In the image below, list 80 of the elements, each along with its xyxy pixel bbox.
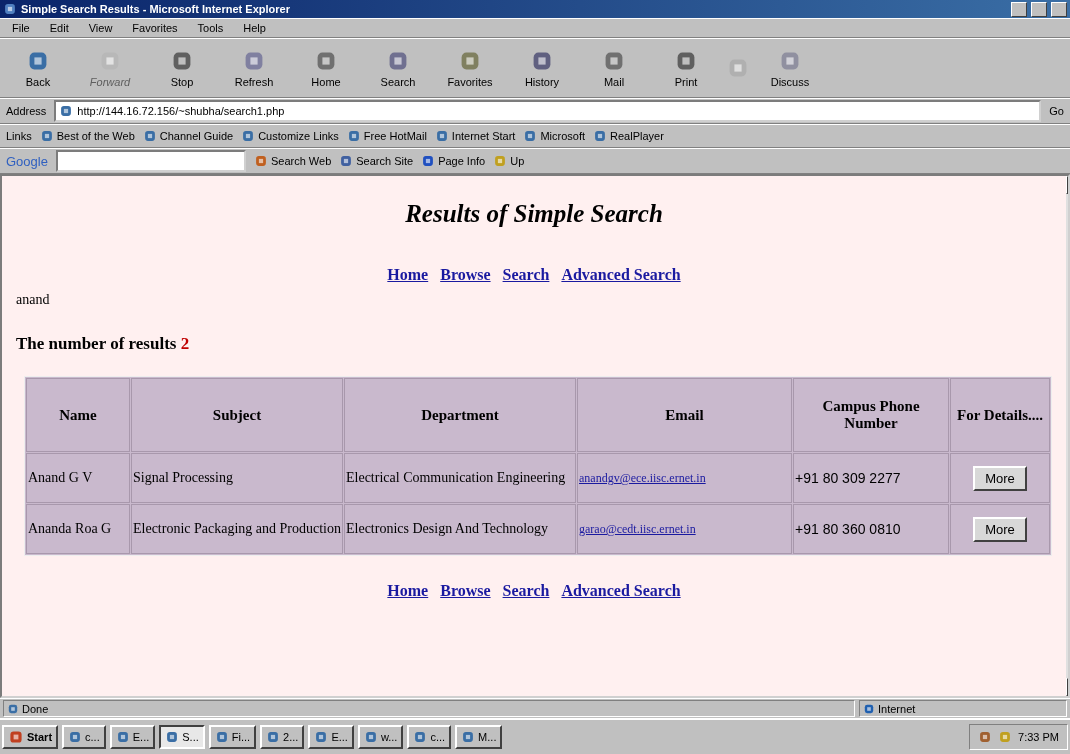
window-title: Simple Search Results - Microsoft Internet Explorer <box>21 3 291 15</box>
nav-link[interactable]: Browse <box>440 582 491 600</box>
google-toolbar-button[interactable]: Search Web <box>253 154 332 168</box>
taskbar-button[interactable]: E... <box>109 725 156 749</box>
google-logo: Google <box>6 153 48 169</box>
table-cell: Signal Processing <box>131 453 343 503</box>
link-button[interactable]: Channel Guide <box>142 129 234 143</box>
more-button[interactable]: More <box>973 465 1027 491</box>
google-toolbar-button[interactable]: Search Site <box>339 154 414 168</box>
link-button[interactable]: Free HotMail <box>346 129 427 143</box>
toolbar-button[interactable]: History <box>510 46 574 90</box>
google-toolbar-button[interactable]: Up <box>493 154 525 168</box>
table-cell: Electrical Communication Engineering <box>344 453 576 503</box>
toolbar-button[interactable]: Print <box>654 46 718 90</box>
start-button[interactable]: Start <box>2 725 59 749</box>
column-header: Campus Phone Number <box>793 378 949 452</box>
link-button[interactable]: Internet Start <box>434 129 516 143</box>
toolbar-button[interactable]: Mail <box>582 46 646 90</box>
table-cell: +91 80 360 0810 <box>793 504 949 554</box>
link-button[interactable]: Microsoft <box>523 129 586 143</box>
table-cell: Anand G V <box>26 453 130 503</box>
taskbar-button[interactable]: c... <box>407 725 452 749</box>
link-button[interactable]: Customize Links <box>241 129 339 143</box>
toolbar-button[interactable]: Discuss <box>758 46 822 90</box>
taskbar-button[interactable]: w... <box>357 725 404 749</box>
google-toolbar-button[interactable]: Page Info <box>421 154 486 168</box>
column-header: Subject <box>131 378 343 452</box>
taskbar-button[interactable]: M... <box>455 725 503 749</box>
column-header: For Details.... <box>950 378 1050 452</box>
email-link[interactable]: garao@cedt.iisc.ernet.in <box>579 521 696 536</box>
table-cell: Ananda Roa G <box>26 504 130 554</box>
links-label: Links <box>6 130 32 142</box>
link-button[interactable]: RealPlayer <box>593 129 664 143</box>
nav-link[interactable]: Advanced Search <box>561 266 681 284</box>
nav-link[interactable]: Home <box>387 582 429 600</box>
toolbar-button[interactable]: Home <box>294 46 358 90</box>
table-cell: +91 80 309 2277 <box>793 453 949 503</box>
email-link[interactable]: anandgv@ece.iisc.ernet.in <box>579 470 706 485</box>
minimize-button[interactable] <box>1011 1 1027 17</box>
more-button[interactable]: More <box>973 516 1027 542</box>
taskbar-button[interactable]: Fi... <box>208 725 257 749</box>
column-header: Department <box>344 378 576 452</box>
nav-link[interactable]: Search <box>502 582 550 600</box>
close-button[interactable] <box>1051 1 1067 17</box>
nav-link[interactable]: Advanced Search <box>561 582 681 600</box>
table-cell: Electronic Packaging and Production <box>131 504 343 554</box>
results-count-label: The number of results <box>16 334 177 353</box>
taskbar-button[interactable]: E... <box>308 725 354 749</box>
menu-item[interactable]: Tools <box>191 22 230 34</box>
menu-item[interactable]: File <box>6 22 36 34</box>
zone-indicator: Internet <box>859 700 1067 717</box>
column-header: Email <box>577 378 792 452</box>
address-field[interactable]: http://144.16.72.156/~shubha/search1.php <box>54 100 1042 122</box>
taskbar-button[interactable]: 2... <box>260 725 305 749</box>
toolbar-button[interactable]: Back <box>6 46 70 90</box>
google-search-field[interactable] <box>55 150 246 172</box>
clock: 7:33 PM <box>1018 731 1059 743</box>
toolbar-button[interactable]: Search <box>366 46 430 90</box>
nav-link[interactable]: Home <box>387 266 429 284</box>
search-query: anand <box>16 292 51 308</box>
menu-item[interactable]: View <box>82 22 119 34</box>
menu-item[interactable]: Favorites <box>126 22 184 34</box>
taskbar-button[interactable]: S... <box>159 725 205 749</box>
go-button[interactable]: Go <box>1049 105 1064 117</box>
page-heading: Results of Simple Search <box>404 200 664 228</box>
taskbar-button[interactable]: c... <box>62 725 106 749</box>
menu-item[interactable]: Edit <box>43 22 75 34</box>
results-count: 2 <box>180 334 190 353</box>
toolbar-button[interactable]: Refresh <box>222 46 286 90</box>
status-text: Done <box>3 700 855 717</box>
nav-link[interactable]: Search <box>502 266 550 284</box>
column-header: Name <box>26 378 130 452</box>
toolbar-button[interactable]: Stop <box>150 46 214 90</box>
table-cell: Electronics Design And Technology <box>344 504 576 554</box>
address-label: Address <box>6 105 47 117</box>
maximize-button[interactable] <box>1031 1 1047 17</box>
link-button[interactable]: Best of the Web <box>39 129 135 143</box>
menu-item[interactable]: Help <box>237 22 272 34</box>
nav-link[interactable]: Browse <box>440 266 491 284</box>
toolbar-button[interactable]: Favorites <box>438 46 502 90</box>
